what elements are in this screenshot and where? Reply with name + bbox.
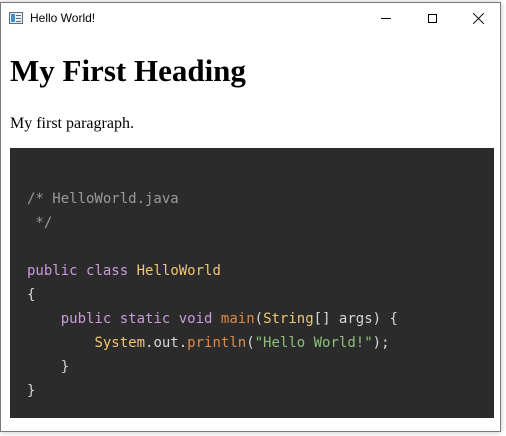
code-comment-line-1: /* HelloWorld.java xyxy=(27,191,179,207)
title-bar[interactable]: Hello World! xyxy=(1,3,500,33)
open-brace: { xyxy=(27,287,36,303)
minimize-icon xyxy=(381,17,391,19)
code-text: /* HelloWorld.java */ public class Hello… xyxy=(27,191,398,399)
minimize-button[interactable] xyxy=(363,3,409,33)
dot-out: .out. xyxy=(145,335,188,351)
param-type: String xyxy=(263,311,314,327)
page-heading: My First Heading xyxy=(10,53,246,88)
end-statement: ); xyxy=(372,335,390,351)
println-call: println xyxy=(187,335,247,351)
web-content: My First Heading My first paragraph. /* … xyxy=(1,33,500,431)
window-title: Hello World! xyxy=(30,11,96,25)
code-block: /* HelloWorld.java */ public class Hello… xyxy=(10,148,494,418)
keyword-void: void xyxy=(178,311,213,327)
keyword-public: public xyxy=(27,263,78,279)
keyword-public-method: public xyxy=(60,311,112,327)
keyword-static: static xyxy=(119,311,171,327)
app-window-icon[interactable] xyxy=(9,12,23,24)
close-icon xyxy=(473,13,484,24)
app-window: Hello World! My First Heading My first p… xyxy=(0,2,501,432)
system-class: System xyxy=(94,335,146,351)
maximize-button[interactable] xyxy=(409,3,455,33)
class-name: HelloWorld xyxy=(136,263,221,279)
maximize-icon xyxy=(427,13,437,23)
keyword-class: class xyxy=(86,263,129,279)
method-name: main xyxy=(220,311,255,327)
code-comment-line-2: */ xyxy=(27,215,53,231)
param-rest: [] args) { xyxy=(313,311,398,327)
string-literal: "Hello World!" xyxy=(254,335,373,351)
page-paragraph: My first paragraph. xyxy=(10,115,134,132)
inner-close-brace: } xyxy=(60,359,70,375)
outer-close-brace: } xyxy=(27,383,36,399)
close-button[interactable] xyxy=(455,3,501,33)
